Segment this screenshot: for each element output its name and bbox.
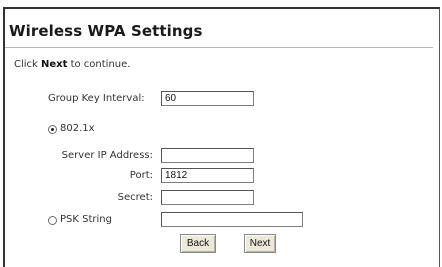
psk-string-input[interactable] [161, 212, 303, 227]
page-frame [3, 7, 440, 267]
radio-8021x-label: 802.1x [60, 123, 95, 134]
intro-bold: Next [41, 59, 68, 70]
radio-psk[interactable] [48, 216, 57, 225]
page-title: Wireless WPA Settings [9, 22, 203, 40]
group-key-interval-label: Group Key Interval: [48, 93, 145, 104]
title-divider [5, 47, 433, 48]
group-key-interval-input[interactable]: 60 [161, 91, 254, 106]
secret-input[interactable] [161, 190, 254, 205]
port-label: Port: [129, 170, 153, 181]
intro-suffix: to continue. [67, 59, 131, 70]
server-ip-input[interactable] [161, 148, 254, 163]
intro-text: Click Next to continue. [14, 59, 130, 70]
radio-8021x[interactable] [48, 125, 57, 134]
server-ip-label: Server IP Address: [61, 150, 153, 161]
radio-psk-label: PSK String [60, 214, 112, 225]
secret-label: Secret: [117, 192, 153, 203]
back-button[interactable]: Back [180, 234, 216, 253]
next-button[interactable]: Next [244, 234, 276, 253]
port-input[interactable]: 1812 [161, 168, 254, 183]
intro-prefix: Click [14, 59, 42, 70]
